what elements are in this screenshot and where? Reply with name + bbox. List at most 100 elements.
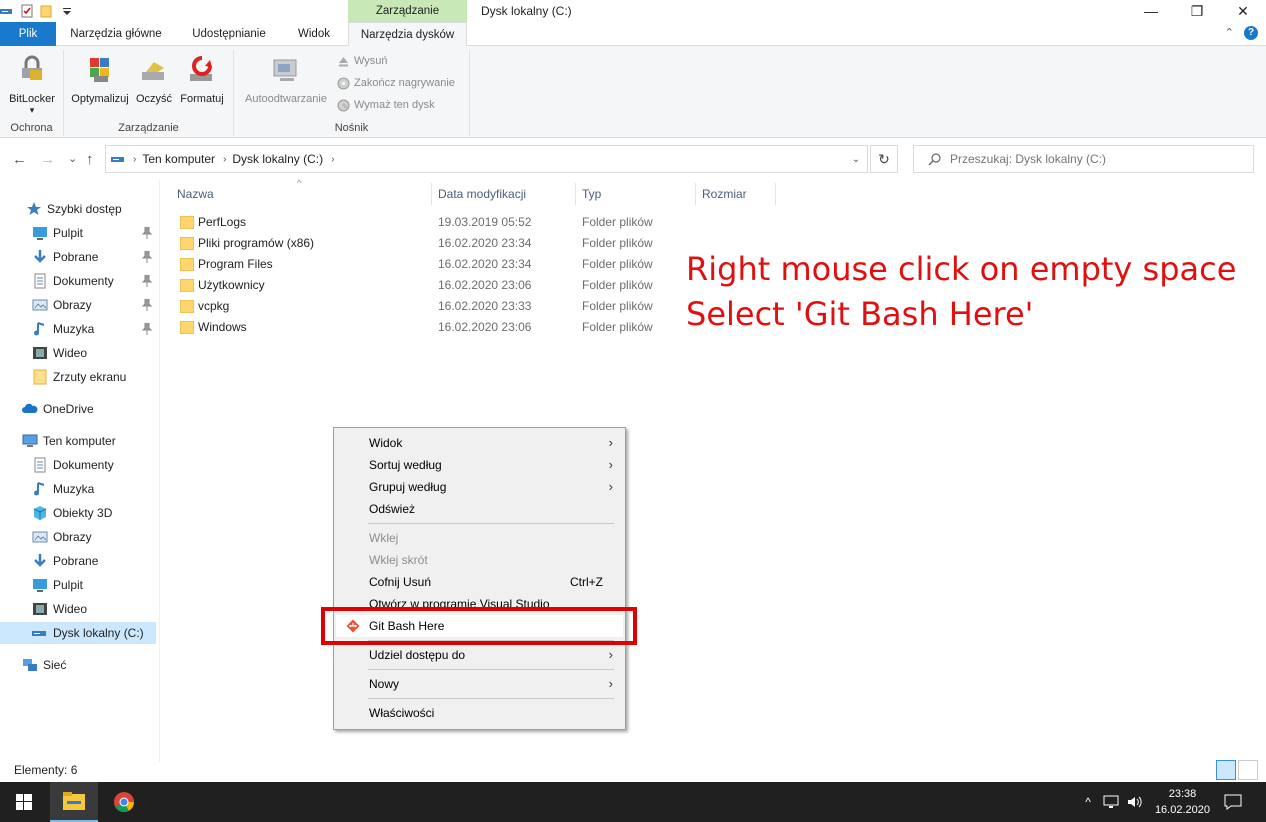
network-icon[interactable] (1103, 795, 1119, 809)
sidebar-item-screenshots[interactable]: Zrzuty ekranu (0, 366, 156, 388)
clean-button[interactable]: Oczyść (134, 54, 174, 105)
table-row[interactable]: Program Files 16.02.2020 23:34 Folder pl… (170, 254, 660, 275)
menu-item-properties[interactable]: Właściwości (336, 702, 623, 724)
help-icon[interactable]: ? (1244, 26, 1258, 40)
column-header-size[interactable]: Rozmiar (702, 183, 747, 205)
sidebar-item-videos[interactable]: Wideo (0, 342, 156, 364)
large-icons-view-button[interactable] (1238, 760, 1258, 780)
sidebar-item-desktop[interactable]: Pulpit (0, 222, 156, 244)
autoplay-button[interactable]: Autoodtwarzanie (238, 54, 334, 105)
pin-icon[interactable] (142, 323, 152, 335)
maximize-button[interactable]: ❐ (1174, 0, 1220, 22)
tab-share[interactable]: Udostępnianie (176, 22, 282, 46)
sidebar-item-pc-music[interactable]: Muzyka (0, 478, 156, 500)
details-view-button[interactable] (1216, 760, 1236, 780)
sidebar-item-documents[interactable]: Dokumenty (0, 270, 156, 292)
sidebar-item-pc-downloads[interactable]: Pobrane (0, 550, 156, 572)
breadcrumb-separator[interactable]: › (331, 154, 334, 165)
sidebar-item-quick-access[interactable]: Szybki dostęp (0, 198, 156, 220)
sidebar-item-local-disk[interactable]: Dysk lokalny (C:) (0, 622, 156, 644)
pin-icon[interactable] (142, 275, 152, 287)
minimize-button[interactable]: — (1128, 0, 1174, 22)
drive-icon[interactable] (0, 4, 14, 18)
submenu-arrow-icon: › (608, 457, 613, 472)
table-row[interactable]: PerfLogs 19.03.2019 05:52 Folder plików (170, 212, 660, 233)
menu-item-paste-shortcut[interactable]: Wklej skrót (336, 549, 623, 571)
sidebar-item-pc-pictures[interactable]: Obrazy (0, 526, 156, 548)
refresh-button[interactable]: ↻ (870, 145, 898, 173)
eject-button[interactable]: Wysuń (337, 52, 388, 70)
table-row[interactable]: vcpkg 16.02.2020 23:33 Folder plików (170, 296, 660, 317)
breadcrumb-this-pc[interactable]: Ten komputer (142, 152, 215, 166)
table-row[interactable]: Użytkownicy 16.02.2020 23:06 Folder plik… (170, 275, 660, 296)
sidebar-item-music[interactable]: Muzyka (0, 318, 156, 340)
notifications-icon[interactable] (1224, 794, 1242, 810)
menu-item-group-by[interactable]: Grupuj według › (336, 476, 623, 498)
collapse-ribbon-icon[interactable]: ⌃ (1225, 26, 1234, 40)
tab-view[interactable]: Widok (284, 22, 344, 46)
column-header-name[interactable]: Nazwa (177, 183, 214, 205)
format-button[interactable]: Formatuj (176, 54, 228, 105)
erase-disc-button[interactable]: Wymaż ten dysk (337, 96, 435, 114)
sidebar-item-pc-documents[interactable]: Dokumenty (0, 454, 156, 476)
address-bar[interactable]: › Ten komputer › Dysk lokalny (C:) › (105, 145, 868, 173)
volume-icon[interactable] (1127, 795, 1143, 809)
address-history-dropdown[interactable]: ⌄ (844, 145, 868, 173)
up-button[interactable]: ↑ (86, 151, 94, 168)
properties-icon[interactable] (20, 4, 34, 18)
sidebar-item-network[interactable]: Sieć (0, 654, 156, 676)
sidebar-item-onedrive[interactable]: OneDrive (0, 398, 156, 420)
taskbar-chrome[interactable] (100, 782, 148, 822)
search-input[interactable] (950, 146, 1250, 172)
menu-item-refresh[interactable]: Odśwież (336, 498, 623, 520)
sidebar-item-downloads[interactable]: Pobrane (0, 246, 156, 268)
tab-file[interactable]: Plik (0, 22, 56, 46)
breadcrumb-local-disk[interactable]: Dysk lokalny (C:) (232, 152, 323, 166)
customize-toolbar-icon[interactable] (60, 4, 74, 18)
menu-item-give-access[interactable]: Udziel dostępu do › (336, 644, 623, 666)
recent-locations-button[interactable]: ⌄ (68, 152, 77, 165)
show-hidden-icons-icon[interactable]: ^ (1085, 795, 1091, 809)
chrome-icon (114, 792, 135, 813)
pin-icon[interactable] (142, 299, 152, 311)
menu-item-undo-delete[interactable]: Cofnij Usuń Ctrl+Z (336, 571, 623, 593)
menu-item-paste[interactable]: Wklej (336, 527, 623, 549)
column-divider[interactable] (775, 183, 776, 205)
sidebar-item-this-pc[interactable]: Ten komputer (0, 430, 156, 452)
pin-icon[interactable] (142, 251, 152, 263)
sidebar-item-pc-videos[interactable]: Wideo (0, 598, 156, 620)
breadcrumb-separator[interactable]: › (223, 154, 226, 165)
column-header-type[interactable]: Typ (582, 183, 601, 205)
bitlocker-icon (22, 55, 42, 80)
forward-button[interactable]: → (40, 151, 55, 168)
pin-icon[interactable] (142, 227, 152, 239)
close-button[interactable]: ✕ (1220, 0, 1266, 22)
taskbar-clock[interactable]: 23:38 16.02.2020 (1155, 786, 1210, 818)
back-button[interactable]: ← (12, 151, 27, 168)
table-row[interactable]: Pliki programów (x86) 16.02.2020 23:34 F… (170, 233, 660, 254)
menu-item-sort-by[interactable]: Sortuj według › (336, 454, 623, 476)
download-icon (34, 250, 46, 263)
breadcrumb-separator[interactable]: › (133, 154, 136, 165)
sidebar-item-3d-objects[interactable]: Obiekty 3D (0, 502, 156, 524)
column-divider[interactable] (695, 183, 696, 205)
sidebar-item-pc-desktop[interactable]: Pulpit (0, 574, 156, 596)
menu-item-view[interactable]: Widok › (336, 432, 623, 454)
new-folder-icon[interactable] (40, 4, 54, 18)
menu-item-new[interactable]: Nowy › (336, 673, 623, 695)
optimize-button[interactable]: Optymalizuj (68, 54, 132, 105)
sidebar-item-label: Dysk lokalny (C:) (53, 626, 144, 640)
search-box[interactable] (913, 145, 1254, 173)
column-header-date[interactable]: Data modyfikacji (438, 183, 526, 205)
tab-drive-tools[interactable]: Narzędzia dysków (348, 22, 467, 47)
sidebar-item-pictures[interactable]: Obrazy (0, 294, 156, 316)
column-divider[interactable] (575, 183, 576, 205)
table-row[interactable]: Windows 16.02.2020 23:06 Folder plików (170, 317, 660, 338)
start-button[interactable] (0, 782, 48, 822)
file-type: Folder plików (582, 299, 653, 313)
finish-burning-button[interactable]: Zakończ nagrywanie (337, 74, 455, 92)
tab-home[interactable]: Narzędzia główne (58, 22, 174, 46)
bitlocker-button[interactable]: BitLocker ▾ (6, 54, 58, 116)
taskbar-file-explorer[interactable] (50, 782, 98, 822)
column-divider[interactable] (431, 183, 432, 205)
